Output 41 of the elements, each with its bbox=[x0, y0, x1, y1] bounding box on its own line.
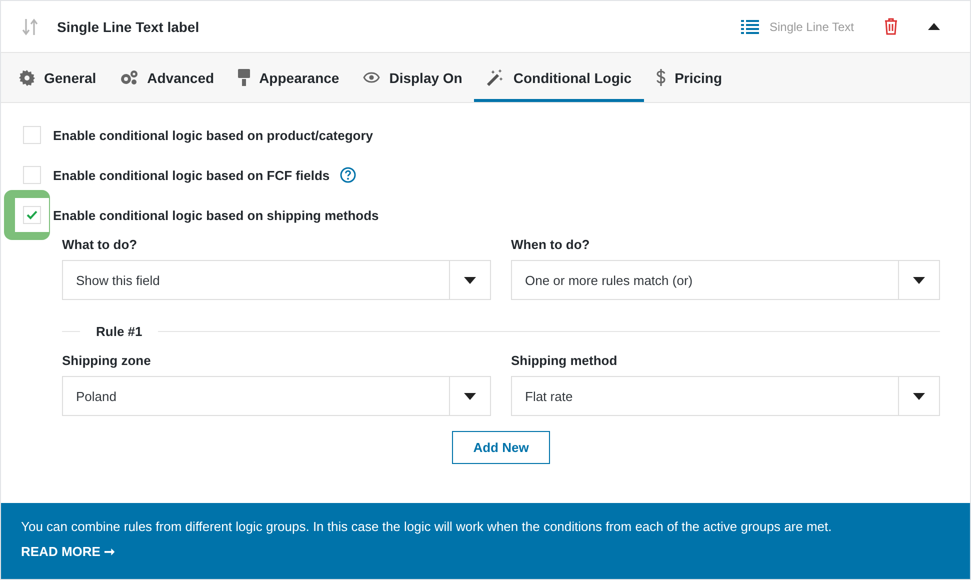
rule-title: Rule #1 bbox=[96, 324, 142, 339]
tab[interactable]: Appearance bbox=[226, 56, 352, 102]
field-type-label: Single Line Text bbox=[769, 20, 854, 34]
option-label: Enable conditional logic based on FCF fields bbox=[53, 168, 330, 182]
select-field[interactable]: Poland bbox=[62, 376, 491, 416]
field-title: Single Line Text label bbox=[57, 18, 200, 34]
caret-icon bbox=[464, 392, 476, 400]
gears-icon bbox=[120, 70, 138, 85]
option-label: Enable conditional logic based on product/category bbox=[53, 128, 373, 142]
list-icon bbox=[741, 18, 760, 34]
help-icon[interactable] bbox=[340, 167, 356, 183]
select-field[interactable]: Flat rate bbox=[511, 376, 940, 416]
field-label: Shipping zone bbox=[62, 353, 152, 368]
check-icon bbox=[26, 210, 38, 220]
tab[interactable]: General bbox=[7, 56, 108, 102]
select-field[interactable]: One or more rules match (or) bbox=[511, 260, 940, 300]
collapse-icon[interactable] bbox=[928, 23, 940, 30]
tab[interactable]: Conditional Logic bbox=[474, 56, 644, 102]
caret-icon bbox=[913, 276, 925, 284]
brush-icon bbox=[238, 69, 250, 86]
info-text: You can combine rules from different logic groups. In this case the logic will work when the conditions from each of the active groups are met. bbox=[21, 519, 832, 534]
sort-icon[interactable] bbox=[21, 16, 39, 36]
dollar-icon bbox=[656, 69, 666, 86]
tab[interactable]: Advanced bbox=[108, 56, 226, 102]
eye-icon bbox=[363, 72, 380, 83]
checkbox[interactable] bbox=[23, 166, 41, 184]
wand-icon bbox=[486, 69, 504, 86]
field-label: When to do? bbox=[511, 237, 591, 252]
select-field[interactable]: Show this field bbox=[62, 260, 491, 300]
field-label: Shipping method bbox=[511, 353, 618, 368]
caret-icon bbox=[913, 392, 925, 400]
field-label: What to do? bbox=[62, 237, 138, 252]
add-new-button[interactable]: Add New bbox=[452, 431, 550, 464]
caret-icon bbox=[464, 276, 476, 284]
tab[interactable]: Pricing bbox=[644, 56, 734, 102]
trash-icon[interactable] bbox=[884, 18, 898, 35]
gear-icon bbox=[19, 70, 35, 86]
checkbox[interactable] bbox=[23, 126, 41, 144]
tab[interactable]: Display On bbox=[351, 56, 474, 102]
read-more-link[interactable]: READ MORE ➞ bbox=[21, 544, 116, 559]
option-label: Enable conditional logic based on shipping methods bbox=[53, 208, 379, 222]
